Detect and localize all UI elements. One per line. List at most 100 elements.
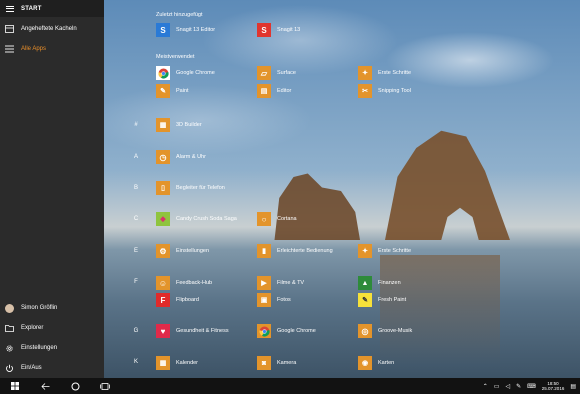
app-name: Alarm & Uhr [176, 154, 206, 160]
power-button[interactable]: Ein/Aus [0, 358, 104, 378]
app-name: Snipping Tool [378, 88, 411, 94]
volume-icon[interactable]: ◁ [505, 383, 510, 390]
task-view-button[interactable] [90, 378, 120, 394]
action-center-icon[interactable]: ▤ [570, 383, 576, 390]
nav-all-apps[interactable]: Alle Apps [0, 39, 104, 59]
app-gesundheit[interactable]: ♥ Gesundheit & Fitness [156, 324, 229, 338]
app-filme-tv[interactable]: ▶ Filme & TV [257, 276, 304, 290]
system-tray: ⌃ ▭ ◁ ✎ ⌨ 18:50 25.07.2016 ▤ [483, 378, 580, 394]
chevron-up-icon[interactable]: ⌃ [483, 383, 488, 390]
3d-builder-icon: ▦ [156, 118, 170, 132]
back-button[interactable] [30, 378, 60, 394]
settings-button[interactable]: Einstellungen [0, 338, 104, 358]
pen-icon[interactable]: ✎ [516, 383, 521, 390]
app-einstellungen[interactable]: ⚙ Einstellungen [156, 244, 209, 258]
clock[interactable]: 18:50 25.07.2016 [542, 381, 565, 391]
app-name: Fresh Paint [378, 297, 407, 303]
group-letter[interactable]: K [132, 359, 140, 365]
flipboard-icon: F [156, 293, 170, 307]
app-name: 3D Builder [176, 122, 202, 128]
app-name: Google Chrome [277, 328, 316, 334]
app-surface[interactable]: ▱ Surface [257, 66, 296, 80]
app-kamera[interactable]: ◙ Kamera [257, 356, 296, 370]
app-name: Candy Crush Soda Saga [176, 216, 237, 222]
folder-icon [5, 324, 14, 333]
app-name: Surface [277, 70, 296, 76]
user-account[interactable]: Simon Gröflin [0, 298, 104, 318]
group-letter[interactable]: E [132, 248, 140, 254]
app-name: Einstellungen [176, 248, 210, 254]
explorer-button[interactable]: Explorer [0, 318, 104, 338]
group-letter[interactable]: C [132, 216, 140, 222]
fresh-paint-icon: ✎ [358, 293, 372, 307]
app-name: Finanzen [378, 280, 401, 286]
group-letter[interactable]: A [132, 154, 140, 160]
app-erleichterte-bedienung[interactable]: ▮ Erleichterte Bedienung [257, 244, 333, 258]
snagit-editor-icon: S [156, 23, 170, 37]
feedback-icon: ☺ [156, 276, 170, 290]
tiles-icon [5, 25, 14, 34]
app-flipboard[interactable]: F Flipboard [156, 293, 199, 307]
nav-all-apps-label: Alle Apps [21, 46, 47, 52]
app-name: Cortana [277, 216, 297, 222]
music-icon: ◎ [358, 324, 372, 338]
app-name: Karten [378, 360, 395, 366]
app-snipping-tool[interactable]: ✂ Snipping Tool [358, 84, 411, 98]
clock-date: 25.07.2016 [541, 386, 565, 391]
app-kalender[interactable]: ▦ Kalender [156, 356, 198, 370]
keyboard-icon[interactable]: ⌨ [527, 383, 536, 390]
power-label: Ein/Aus [21, 365, 42, 371]
cortana-icon: ○ [257, 212, 271, 226]
calendar-icon: ▦ [156, 356, 170, 370]
photos-icon: ▣ [257, 293, 271, 307]
nav-pinned-tiles-label: Angeheftete Kacheln [21, 26, 77, 32]
nav-pinned-tiles[interactable]: Angeheftete Kacheln [0, 19, 104, 39]
app-cortana[interactable]: ○ Cortana [257, 212, 297, 226]
scissors-icon: ✂ [358, 84, 372, 98]
group-letter[interactable]: # [132, 122, 140, 128]
app-fresh-paint[interactable]: ✎ Fresh Paint [358, 293, 406, 307]
chrome-icon [156, 66, 170, 80]
hamburger-icon[interactable] [6, 5, 14, 12]
app-name: Editor [277, 88, 292, 94]
app-snagit-editor[interactable]: S Snagit 13 Editor [156, 23, 215, 37]
app-alarm-uhr[interactable]: ◷ Alarm & Uhr [156, 150, 206, 164]
app-groove-musik[interactable]: ◎ Groove-Musik [358, 324, 412, 338]
start-left-panel: START Angeheftete Kacheln Alle Apps Simo… [0, 0, 104, 378]
app-name: Feedback-Hub [176, 280, 213, 286]
app-feedback-hub[interactable]: ☺ Feedback-Hub [156, 276, 212, 290]
app-name: Gesundheit & Fitness [176, 328, 229, 334]
surface-icon: ▱ [257, 66, 271, 80]
app-name: Snagit 13 Editor [176, 27, 216, 33]
app-google-chrome-2[interactable]: Google Chrome [257, 324, 316, 338]
network-icon[interactable]: ▭ [494, 383, 500, 390]
app-erste-schritte[interactable]: ✦ Erste Schritte [358, 66, 411, 80]
app-finanzen[interactable]: ▲ Finanzen [358, 276, 401, 290]
app-paint[interactable]: ✎ Paint [156, 84, 189, 98]
explorer-label: Explorer [21, 325, 44, 331]
app-editor[interactable]: ▤ Editor [257, 84, 291, 98]
app-3d-builder[interactable]: ▦ 3D Builder [156, 118, 202, 132]
snagit-icon: S [257, 23, 271, 37]
user-name: Simon Gröflin [21, 305, 58, 311]
app-begleiter[interactable]: ▯ Begleiter für Telefon [156, 181, 225, 195]
app-name: Snagit 13 [277, 27, 301, 33]
app-google-chrome[interactable]: Google Chrome [156, 66, 215, 80]
group-letter[interactable]: B [132, 185, 140, 191]
app-erste-schritte-2[interactable]: ✦ Erste Schritte [358, 244, 411, 258]
app-karten[interactable]: ◉ Karten [358, 356, 394, 370]
app-candy-crush[interactable]: ◆ Candy Crush Soda Saga [156, 212, 237, 226]
app-name: Google Chrome [176, 70, 215, 76]
taskbar: ⌃ ▭ ◁ ✎ ⌨ 18:50 25.07.2016 ▤ [0, 378, 580, 394]
cortana-button[interactable] [60, 378, 90, 394]
recent-section-title: Zuletzt hinzugefügt [156, 12, 203, 18]
camera-icon: ◙ [257, 356, 271, 370]
group-letter[interactable]: G [132, 328, 140, 334]
most-used-section-title: Meistverwendet [156, 54, 195, 60]
app-fotos[interactable]: ▣ Fotos [257, 293, 291, 307]
app-snagit[interactable]: S Snagit 13 [257, 23, 300, 37]
lightbulb-icon: ✦ [358, 66, 372, 80]
start-button[interactable] [0, 378, 30, 394]
start-title: START [21, 5, 42, 12]
group-letter[interactable]: F [132, 279, 140, 285]
